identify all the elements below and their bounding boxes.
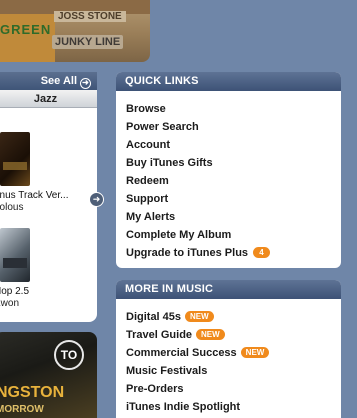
link-label: Buy iTunes Gifts (126, 157, 213, 169)
link-label: My Alerts (126, 211, 176, 223)
more-in-music-box: MORE IN MUSIC Digital 45s NEW Travel Guid… (116, 280, 341, 418)
new-badge: NEW (240, 347, 270, 358)
see-all-link[interactable]: See All ➜ (41, 75, 91, 89)
featured-album-art[interactable]: TO NGSTON MORROW (0, 332, 97, 418)
link-label: Digital 45s (126, 311, 182, 323)
banner-text-artist: JOSS STONE (54, 11, 126, 22)
arrow-right-icon: ➜ (80, 78, 91, 89)
quick-link-complete-album[interactable]: Complete My Album (126, 226, 341, 244)
featured-album-banner[interactable]: GREEN JOSS STONE JUNKY LINE (0, 0, 150, 62)
link-label: Pre-Orders (126, 383, 184, 395)
genre-panel: See All➜ Jazz onus Track Ver... bolous H… (0, 72, 97, 322)
link-label: Music Festivals (126, 365, 208, 377)
album-artist[interactable]: bolous (0, 202, 23, 213)
quick-link-power-search[interactable]: Power Search (126, 118, 341, 136)
new-badge: NEW (185, 311, 214, 322)
music-link-indie-spotlight[interactable]: iTunes Indie Spotlight (126, 398, 341, 416)
link-label: Account (126, 139, 170, 151)
banner-text-title: JUNKY LINE (52, 35, 124, 49)
link-label: Power Search (126, 121, 199, 133)
quick-link-my-alerts[interactable]: My Alerts (126, 208, 341, 226)
link-label: Support (126, 193, 169, 205)
album-title[interactable]: onus Track Ver... (0, 190, 68, 201)
music-link-festivals[interactable]: Music Festivals (126, 362, 341, 380)
album-logo: TO (54, 340, 84, 370)
album-cover[interactable] (0, 132, 30, 186)
count-badge: 4 (253, 247, 271, 258)
link-label: iTunes Indie Spotlight (126, 401, 241, 413)
quick-links-list: Browse Power Search Account Buy iTunes G… (116, 91, 341, 262)
link-label: Travel Guide (126, 329, 193, 341)
quick-links-box: QUICK LINKS Browse Power Search Account … (116, 72, 341, 268)
next-arrow-icon[interactable]: ➜ (89, 192, 104, 207)
new-badge: NEW (196, 329, 225, 340)
quick-link-redeem[interactable]: Redeem (126, 172, 341, 190)
album-art-text: MORROW (0, 404, 44, 415)
quick-link-account[interactable]: Account (126, 136, 341, 154)
quick-link-buy-gifts[interactable]: Buy iTunes Gifts (126, 154, 341, 172)
music-link-digital-45s[interactable]: Digital 45s NEW (126, 308, 341, 326)
genre-panel-header: See All ➜ (0, 72, 97, 90)
link-label: Commercial Success (126, 347, 237, 359)
quick-link-browse[interactable]: Browse (126, 100, 341, 118)
album-cover[interactable] (0, 228, 30, 282)
more-in-music-header: MORE IN MUSIC (116, 280, 341, 299)
link-label: Browse (126, 103, 166, 115)
tab-jazz[interactable]: Jazz (0, 90, 97, 108)
quick-link-upgrade-plus[interactable]: Upgrade to iTunes Plus 4 (126, 244, 341, 262)
album-title[interactable]: Hop 2.5 (0, 286, 29, 297)
quick-link-support[interactable]: Support (126, 190, 341, 208)
banner-text-green: GREEN (0, 22, 52, 37)
see-all-label: See All (40, 75, 77, 87)
link-label: Redeem (126, 175, 169, 187)
more-in-music-list: Digital 45s NEW Travel Guide NEW Commercia… (116, 299, 341, 416)
music-link-pre-orders[interactable]: Pre-Orders (126, 380, 341, 398)
album-artist[interactable]: Kwon (0, 298, 19, 309)
music-link-commercial-success[interactable]: Commercial Success NEW (126, 344, 341, 362)
music-link-travel-guide[interactable]: Travel Guide NEW (126, 326, 341, 344)
link-label: Upgrade to iTunes Plus (126, 247, 249, 259)
album-art-text: NGSTON (0, 384, 65, 401)
link-label: Complete My Album (126, 229, 232, 241)
quick-links-header: QUICK LINKS (116, 72, 341, 91)
